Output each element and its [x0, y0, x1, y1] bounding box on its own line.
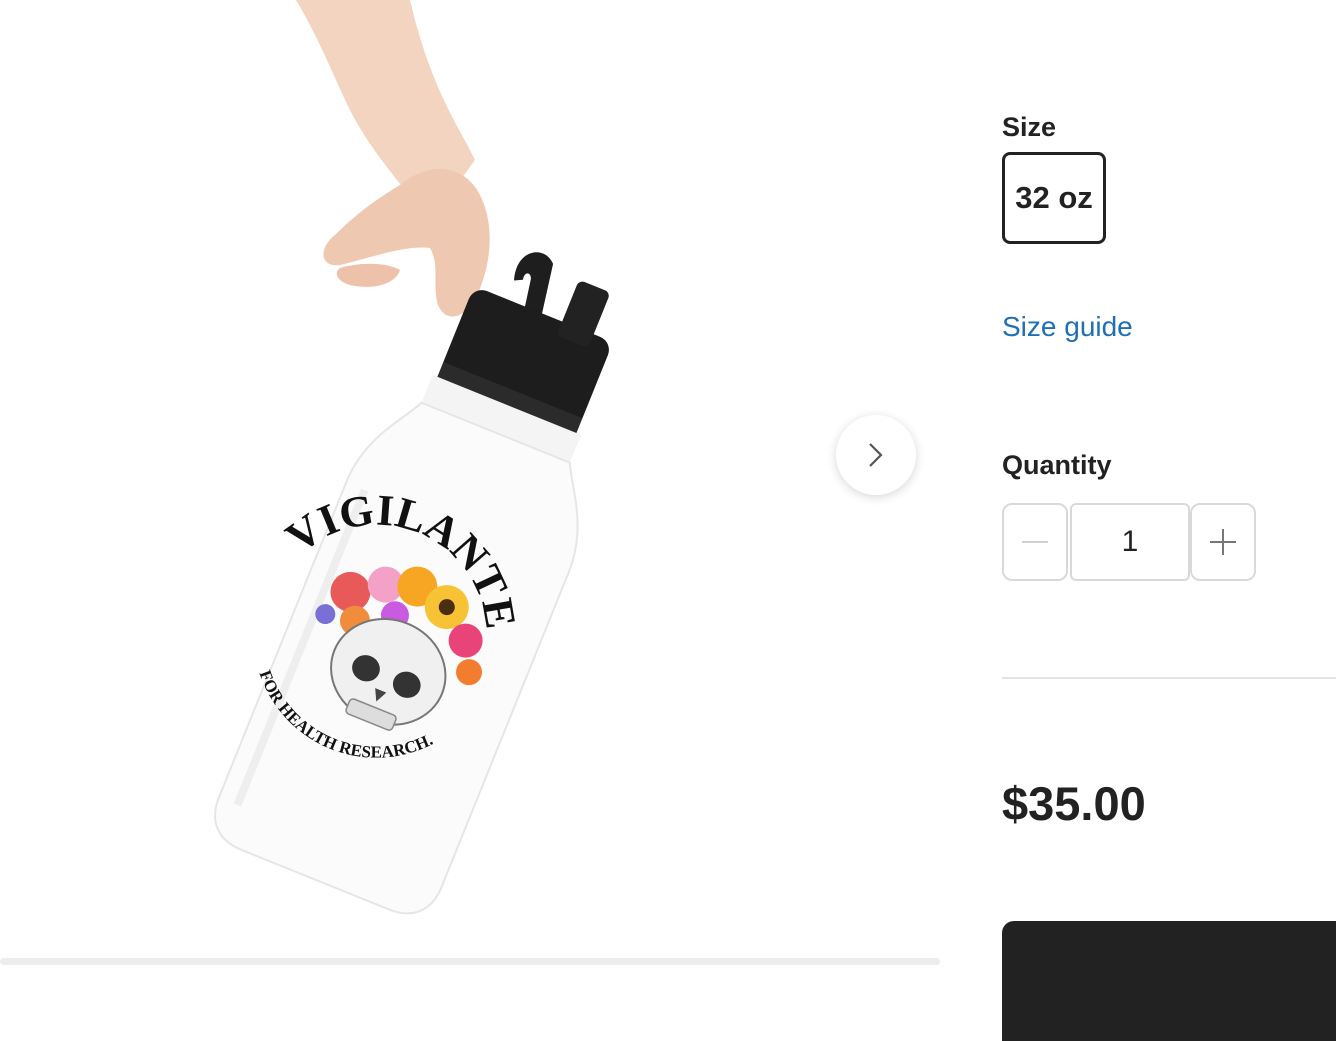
add-to-cart-button[interactable] [1002, 921, 1336, 1041]
quantity-input[interactable] [1070, 503, 1190, 581]
product-image: VIGILANTE FOR HEALTH RESEARCH. [214, 0, 609, 915]
minus-icon [1022, 541, 1048, 543]
divider [1002, 677, 1336, 679]
chevron-right-icon [869, 443, 883, 467]
size-guide-link[interactable]: Size guide [1002, 311, 1133, 343]
product-gallery: VIGILANTE FOR HEALTH RESEARCH. [0, 0, 940, 1015]
product-price: $35.00 [1002, 777, 1146, 830]
plus-icon [1210, 529, 1236, 555]
size-label: Size [1002, 112, 1057, 142]
size-option-32oz[interactable]: 32 oz [1002, 152, 1106, 244]
quantity-decrease-button[interactable] [1002, 503, 1068, 581]
quantity-label: Quantity [1002, 450, 1112, 480]
next-image-button[interactable] [836, 415, 916, 495]
gallery-scrollbar[interactable] [0, 958, 940, 965]
quantity-increase-button[interactable] [1190, 503, 1256, 581]
